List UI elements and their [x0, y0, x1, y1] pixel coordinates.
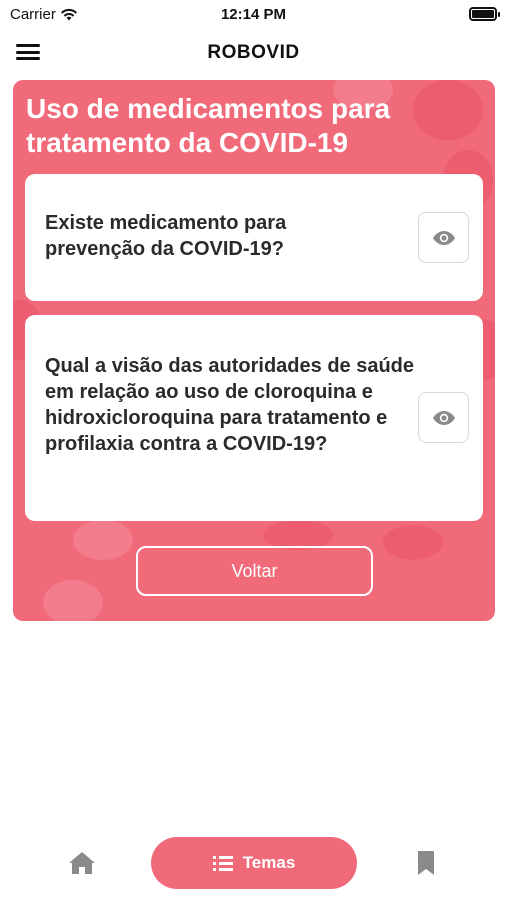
- question-card[interactable]: Qual a visão das autoridades de saúde em…: [25, 315, 483, 521]
- question-card[interactable]: Existe medicamento para prevenção da COV…: [25, 174, 483, 301]
- tab-temas[interactable]: Temas: [151, 837, 357, 889]
- bookmark-icon[interactable]: [416, 850, 436, 876]
- tab-bar: Temas: [0, 830, 507, 900]
- topic-panel: Uso de medicamentos para tratamento da C…: [13, 80, 495, 621]
- app-title: ROBOVID: [207, 42, 300, 63]
- question-text: Existe medicamento para prevenção da COV…: [45, 212, 287, 260]
- home-icon[interactable]: [68, 850, 96, 876]
- view-answer-button[interactable]: [418, 392, 469, 443]
- tab-temas-label: Temas: [242, 853, 296, 872]
- nav-bar: ROBOVID: [0, 32, 507, 72]
- background-cell-decoration: [383, 525, 443, 560]
- status-bar: Carrier 12:14 PM: [0, 0, 507, 30]
- topic-title: Uso de medicamentos para tratamento da C…: [26, 93, 391, 158]
- eye-icon: [432, 410, 455, 425]
- list-icon: [212, 855, 233, 871]
- status-time: 12:14 PM: [220, 6, 287, 23]
- view-answer-button[interactable]: [418, 212, 469, 263]
- background-cell-decoration: [73, 520, 133, 560]
- eye-icon: [432, 230, 455, 245]
- back-button[interactable]: Voltar: [136, 546, 373, 596]
- battery-icon: [469, 7, 500, 21]
- background-cell-decoration: [43, 580, 103, 621]
- question-text: Qual a visão das autoridades de saúde em…: [45, 355, 415, 455]
